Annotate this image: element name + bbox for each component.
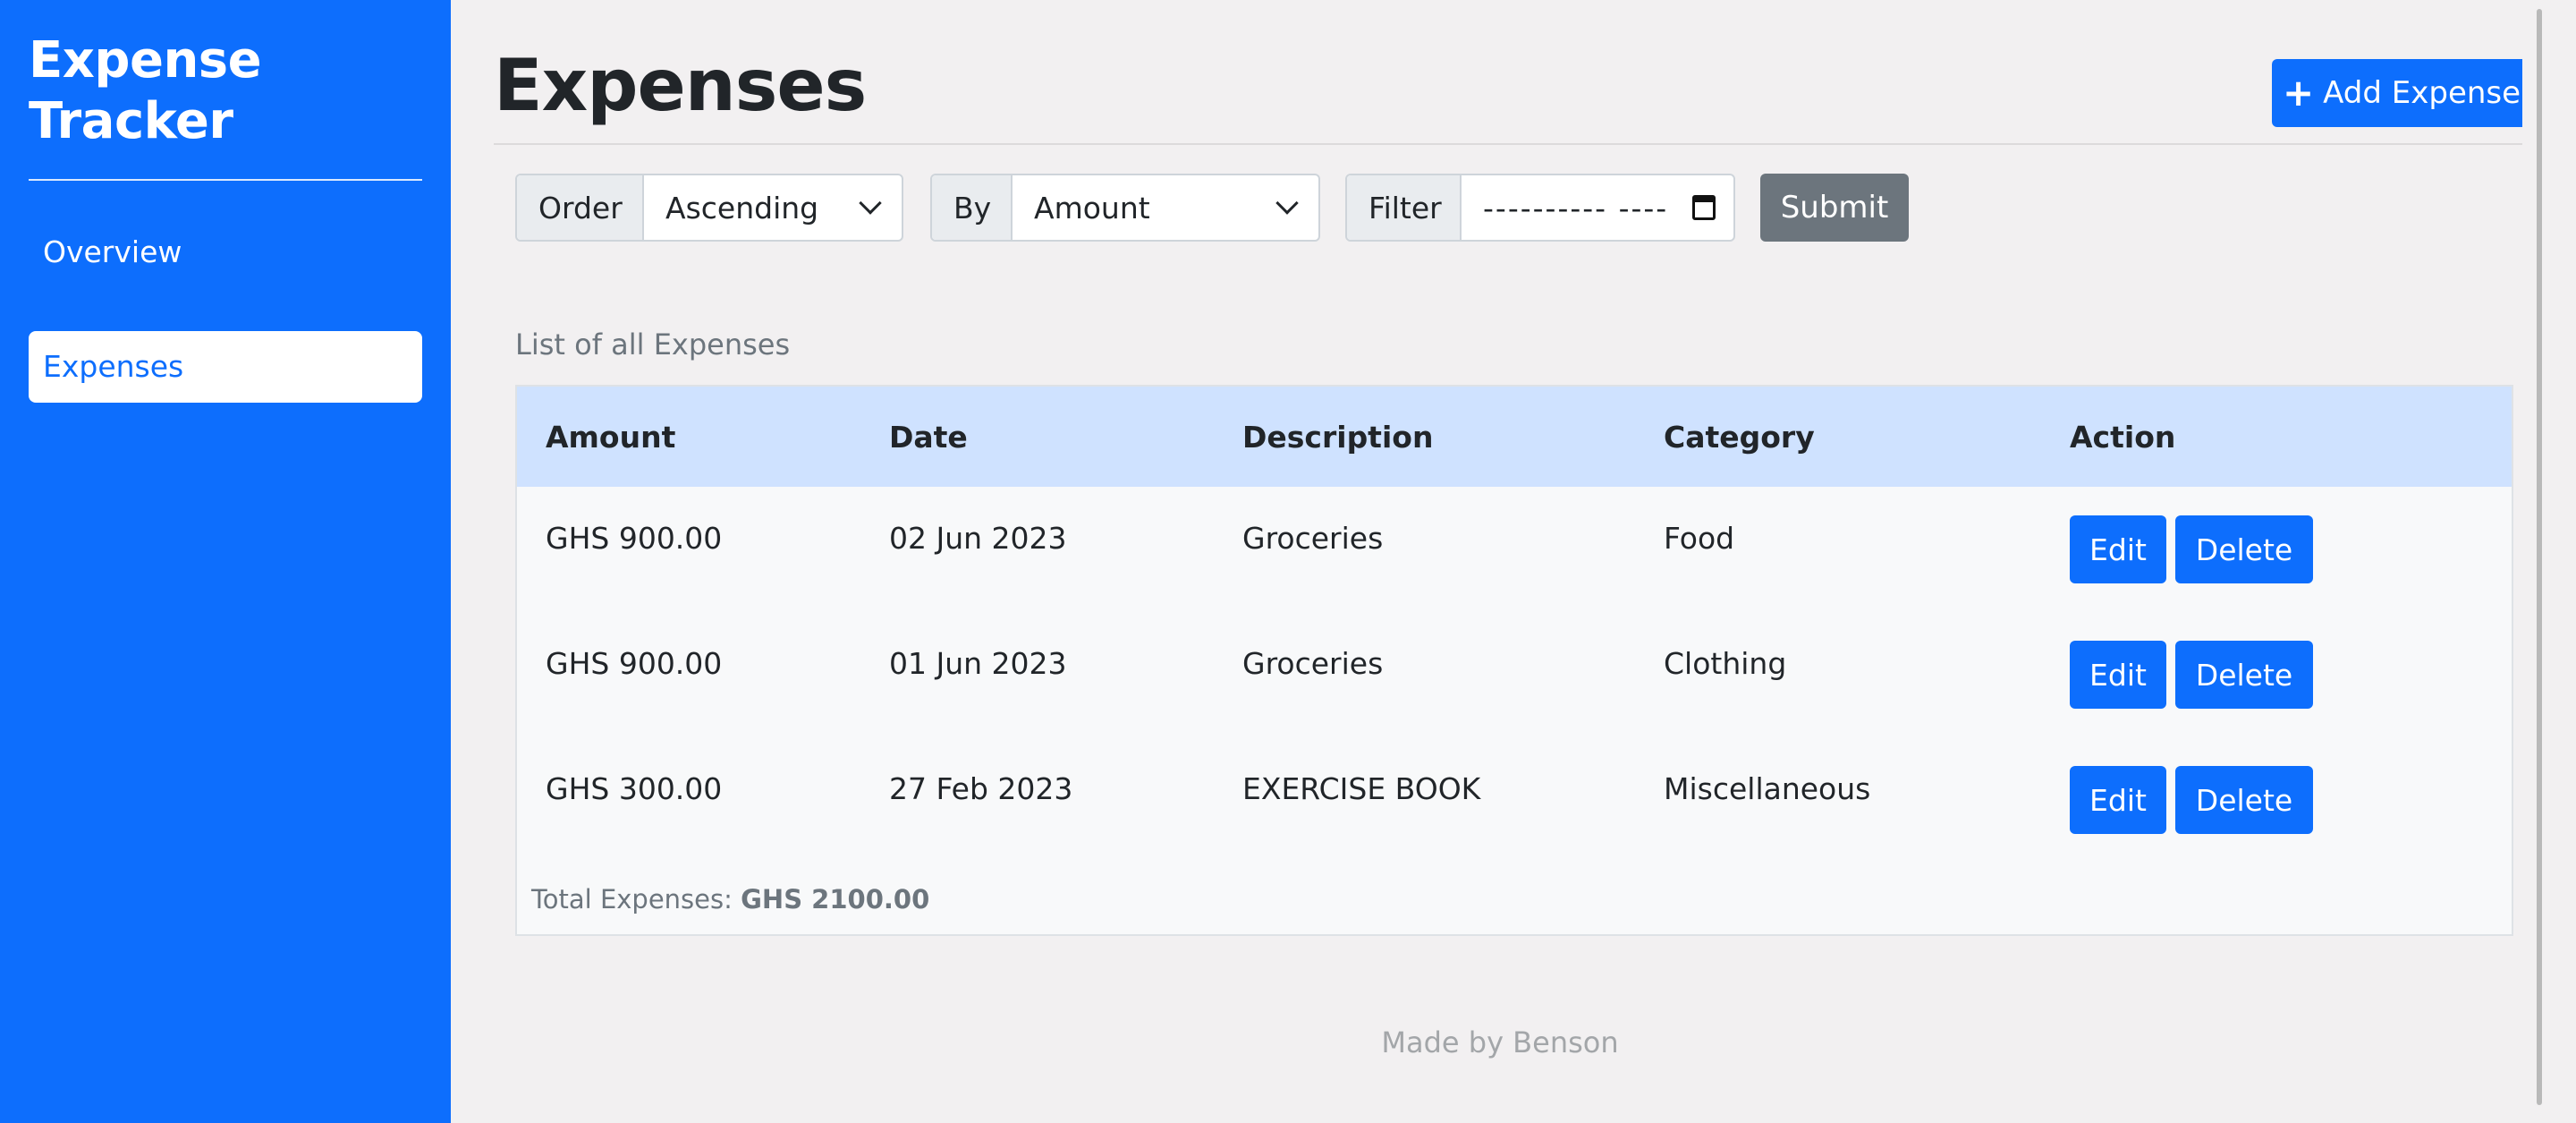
column-header-action: Action	[2070, 419, 2176, 455]
action-cell: Edit Delete	[2041, 737, 2488, 863]
category-cell: Miscellaneous	[1664, 771, 1871, 806]
sidebar-item-overview[interactable]: Overview	[29, 217, 422, 288]
sidebar-item-expenses[interactable]: Expenses	[29, 331, 422, 403]
column-header-date: Date	[889, 419, 968, 455]
main-content: Expenses + Add Expense Order Ascending B…	[451, 0, 2549, 1123]
category-cell: Clothing	[1664, 646, 1787, 681]
date-cell: 02 Jun 2023	[889, 521, 1067, 556]
page-title: Expenses	[494, 44, 867, 127]
description-cell: Groceries	[1242, 646, 1384, 681]
edit-button[interactable]: Edit	[2070, 641, 2166, 709]
brand-divider	[29, 179, 422, 181]
column-header-description: Description	[1242, 419, 1434, 455]
table-row: GHS 300.00 27 Feb 2023 EXERCISE BOOK Mis…	[517, 737, 2512, 863]
date-cell: 27 Feb 2023	[889, 771, 1073, 806]
total-value: GHS 2100.00	[741, 884, 930, 915]
chevron-down-icon	[859, 191, 882, 215]
filter-date-value: ---------- ----	[1483, 190, 1669, 225]
sidebar-nav: Overview Expenses	[29, 217, 422, 403]
table-caption: List of all Expenses	[515, 328, 791, 362]
edit-button[interactable]: Edit	[2070, 766, 2166, 834]
sidebar: Expense Tracker Overview Expenses	[0, 0, 451, 1123]
filter-label: Filter	[1347, 175, 1462, 240]
table-row: GHS 900.00 02 Jun 2023 Groceries Food Ed…	[517, 487, 2512, 612]
date-cell: 01 Jun 2023	[889, 646, 1067, 681]
brand-line-2: Tracker	[29, 92, 233, 150]
delete-button[interactable]: Delete	[2175, 641, 2313, 709]
table-row: GHS 900.00 01 Jun 2023 Groceries Clothin…	[517, 612, 2512, 737]
delete-button[interactable]: Delete	[2175, 766, 2313, 834]
chevron-down-icon	[1275, 191, 1299, 215]
table-header: Amount Date Description Category Action	[517, 387, 2512, 487]
add-expense-button[interactable]: + Add Expense	[2272, 59, 2531, 127]
order-select[interactable]: Ascending	[644, 175, 902, 240]
submit-button[interactable]: Submit	[1760, 174, 1909, 242]
expenses-table: Amount Date Description Category Action …	[515, 385, 2513, 936]
amount-cell: GHS 900.00	[546, 646, 723, 681]
brand-title: Expense Tracker	[29, 30, 422, 152]
footer-text: Made by Benson	[1381, 1025, 1619, 1059]
by-group: By Amount	[930, 174, 1320, 242]
filter-group: Filter ---------- ----	[1345, 174, 1735, 242]
calendar-icon[interactable]	[1692, 195, 1716, 220]
amount-cell: GHS 900.00	[546, 521, 723, 556]
column-header-category: Category	[1664, 419, 1815, 455]
edit-button[interactable]: Edit	[2070, 515, 2166, 583]
description-cell: Groceries	[1242, 521, 1384, 556]
filter-date-input[interactable]: ---------- ----	[1462, 175, 1733, 240]
action-cell: Edit Delete	[2041, 487, 2488, 612]
by-value: Amount	[1034, 190, 1150, 225]
add-expense-label: Add Expense	[2323, 75, 2521, 111]
total-label: Total Expenses:	[531, 884, 733, 915]
header-divider	[494, 143, 2537, 145]
column-header-amount: Amount	[546, 419, 676, 455]
total-expenses: Total Expenses: GHS 2100.00	[531, 884, 929, 915]
amount-cell: GHS 300.00	[546, 771, 723, 806]
scrollbar[interactable]	[2522, 0, 2549, 1123]
order-value: Ascending	[665, 190, 819, 225]
action-cell: Edit Delete	[2041, 612, 2488, 737]
order-group: Order Ascending	[515, 174, 903, 242]
by-select[interactable]: Amount	[1013, 175, 1318, 240]
delete-button[interactable]: Delete	[2175, 515, 2313, 583]
footer: Made by Benson	[451, 1025, 2549, 1059]
description-cell: EXERCISE BOOK	[1242, 771, 1481, 806]
by-label: By	[932, 175, 1013, 240]
order-label: Order	[517, 175, 644, 240]
plus-icon: +	[2282, 71, 2315, 115]
category-cell: Food	[1664, 521, 1735, 556]
scrollbar-thumb[interactable]	[2537, 9, 2542, 1105]
brand-line-1: Expense	[29, 31, 262, 89]
